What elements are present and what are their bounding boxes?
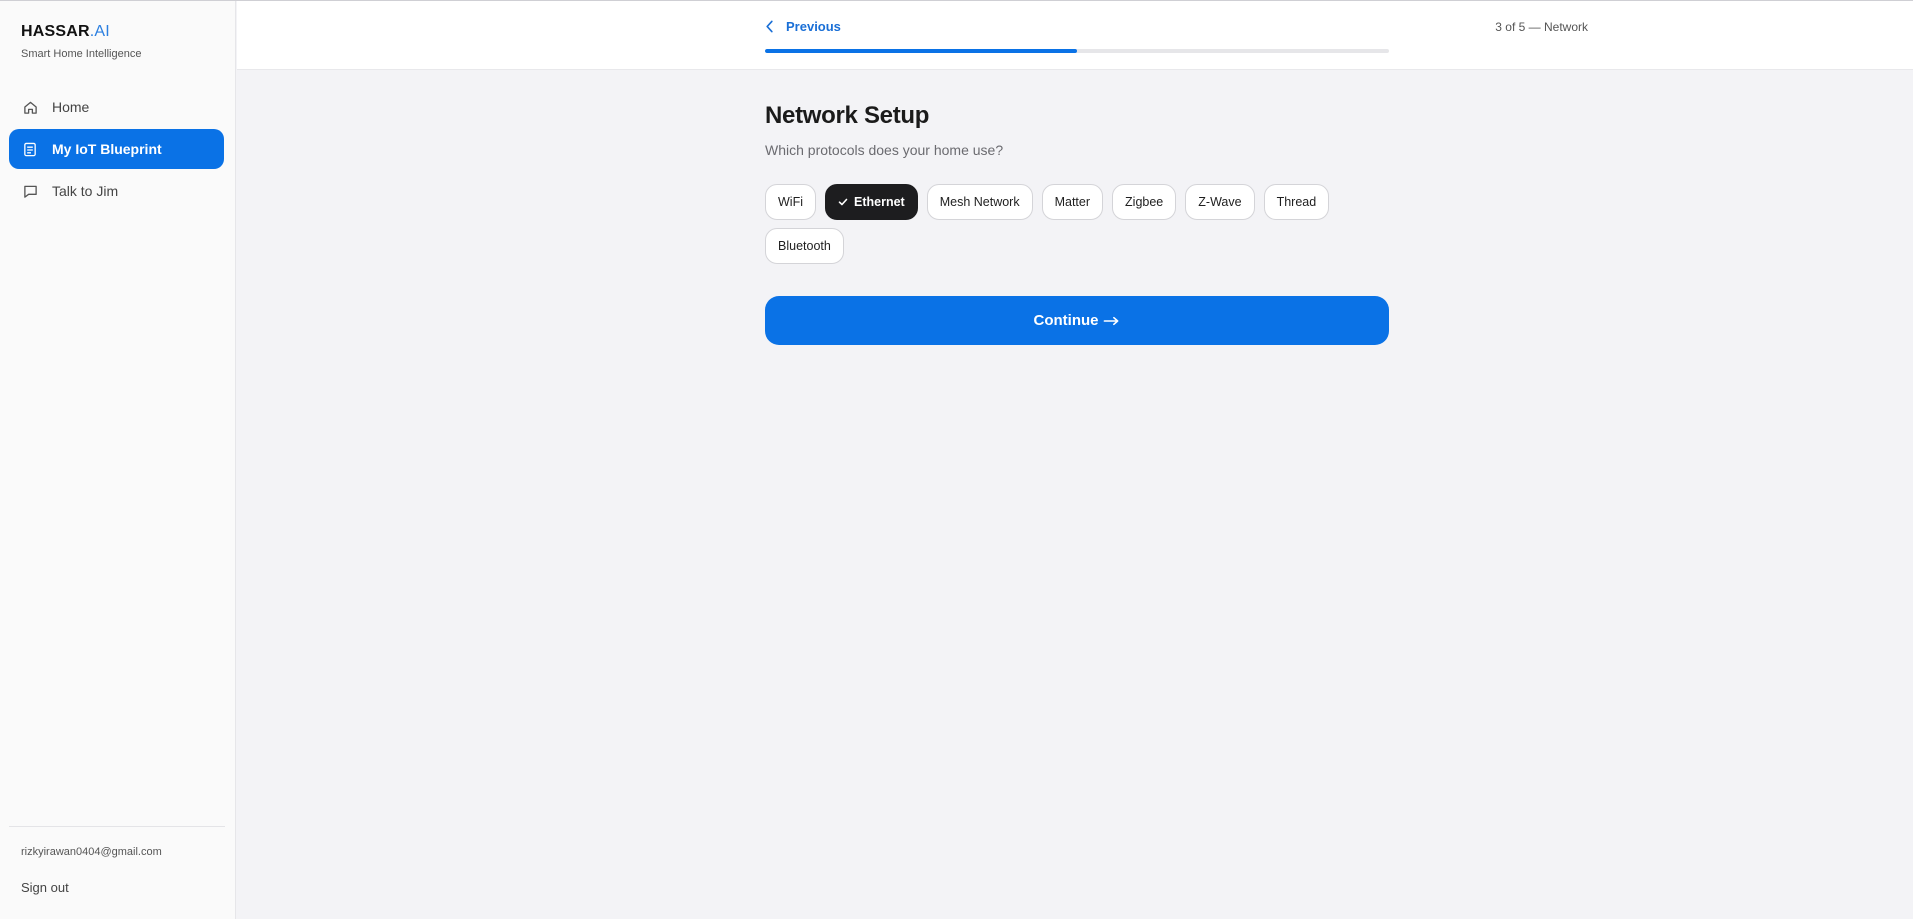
check-icon: [838, 197, 848, 207]
previous-label: Previous: [786, 19, 841, 34]
chip-label: Bluetooth: [778, 239, 831, 253]
document-icon: [22, 141, 38, 157]
progress-bar: [765, 49, 1389, 53]
page-subtitle: Which protocols does your home use?: [765, 142, 1004, 158]
protocol-chip-zigbee[interactable]: Zigbee: [1112, 184, 1177, 220]
chip-label: Matter: [1054, 195, 1091, 209]
sidebar-item-label: Home: [52, 99, 90, 115]
sidebar-item-talk-to-jim[interactable]: Talk to Jim: [9, 171, 224, 211]
protocol-chip-z-wave[interactable]: Z-Wave: [1185, 184, 1255, 220]
arrow-right-icon: [1103, 316, 1121, 326]
brand-name: HASSAR: [21, 23, 90, 40]
protocol-chip-wifi[interactable]: WiFi: [765, 184, 816, 220]
protocol-chip-mesh-network[interactable]: Mesh Network: [926, 184, 1033, 220]
continue-label: Continue: [1033, 312, 1099, 329]
chip-label: Ethernet: [854, 195, 905, 209]
home-icon: [22, 99, 38, 115]
continue-button[interactable]: Continue: [765, 296, 1389, 345]
sidebar-item-my-iot-blueprint[interactable]: My IoT Blueprint: [9, 129, 224, 169]
chip-label: WiFi: [778, 195, 803, 209]
previous-button[interactable]: Previous: [765, 19, 841, 34]
protocol-chip-matter[interactable]: Matter: [1041, 184, 1104, 220]
chevron-left-icon: [765, 20, 777, 34]
sign-out-link[interactable]: Sign out: [21, 880, 69, 895]
sidebar-nav: Home My IoT Blueprint Talk to Jim: [9, 87, 224, 213]
brand-tagline: Smart Home Intelligence: [21, 48, 142, 60]
main-content: Network Setup Which protocols does your …: [765, 102, 1389, 345]
chip-label: Zigbee: [1125, 195, 1164, 209]
top-header: Previous 3 of 5 — Network: [237, 1, 1913, 70]
protocol-chip-bluetooth[interactable]: Bluetooth: [765, 228, 844, 264]
step-indicator: 3 of 5 — Network: [1495, 20, 1588, 34]
page-title: Network Setup: [765, 102, 930, 129]
protocol-chip-ethernet[interactable]: Ethernet: [825, 184, 918, 220]
protocol-chip-thread[interactable]: Thread: [1263, 184, 1330, 220]
app-root: HASSAR.AI Smart Home Intelligence Home M…: [0, 0, 1913, 919]
chip-label: Thread: [1276, 195, 1317, 209]
chip-label: Z-Wave: [1198, 195, 1242, 209]
protocol-options: WiFi Ethernet Mesh Network Matter Zigbee…: [765, 184, 1365, 264]
brand-logo: HASSAR.AI: [21, 23, 110, 41]
sidebar-item-home[interactable]: Home: [9, 87, 224, 127]
sidebar-item-label: My IoT Blueprint: [52, 141, 162, 157]
progress-fill: [765, 49, 1077, 53]
brand-suffix: .AI: [89, 23, 110, 40]
user-email: rizkyirawan0404@gmail.com: [21, 846, 162, 858]
chat-icon: [22, 183, 38, 199]
sidebar-item-label: Talk to Jim: [52, 183, 119, 199]
sidebar: HASSAR.AI Smart Home Intelligence Home M…: [0, 1, 236, 919]
chip-label: Mesh Network: [939, 195, 1020, 209]
sidebar-divider: [9, 826, 225, 827]
